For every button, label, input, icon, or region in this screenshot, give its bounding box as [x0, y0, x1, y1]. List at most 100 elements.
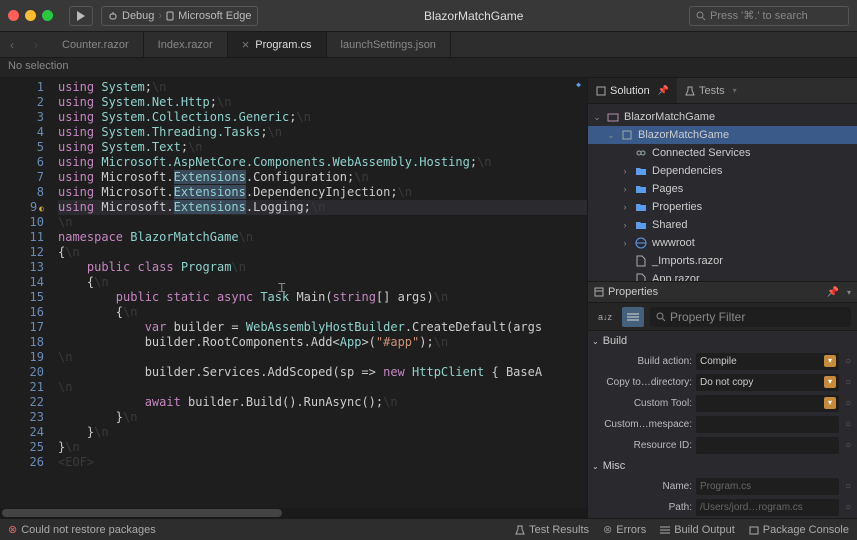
sort-az-button[interactable]: a↓z [594, 307, 616, 327]
code-line[interactable]: }\n [58, 425, 587, 440]
properties-menu-icon[interactable]: ▾ [847, 288, 851, 297]
disclosure-icon[interactable]: › [620, 238, 630, 248]
resource-id-input[interactable] [696, 437, 839, 454]
code-line[interactable]: using System.Text;\n [58, 140, 587, 155]
editor-tab[interactable]: ×Program.cs [228, 32, 327, 57]
code-line[interactable]: using Microsoft.Extensions.Configuration… [58, 170, 587, 185]
status-label: Build Output [674, 524, 735, 536]
prop-reset-icon[interactable]: ○ [843, 377, 853, 388]
status-errors[interactable]: ⊗ Errors [603, 523, 646, 536]
tab-tests[interactable]: Tests ▾ [677, 78, 745, 103]
maximize-window-button[interactable] [42, 10, 53, 21]
line-number: 16 [0, 305, 44, 320]
breadcrumb[interactable]: No selection [0, 58, 857, 78]
window-controls [8, 10, 53, 21]
editor-tab[interactable]: Counter.razor [48, 32, 144, 57]
nav-back-button[interactable]: ‹ [0, 32, 24, 57]
code-line[interactable]: builder.Services.AddScoped(sp => new Htt… [58, 365, 587, 380]
prop-reset-icon[interactable]: ○ [843, 440, 853, 451]
status-test-results[interactable]: Test Results [515, 524, 589, 536]
prop-reset-icon[interactable]: ○ [843, 502, 853, 513]
status-package-console[interactable]: Package Console [749, 524, 849, 536]
horizontal-scrollbar[interactable] [0, 508, 587, 518]
prop-reset-icon[interactable]: ○ [843, 398, 853, 409]
prop-reset-icon[interactable]: ○ [843, 356, 853, 367]
code-editor[interactable]: ◆ 123456789◐1011121314151617181920212223… [0, 78, 587, 518]
code-line[interactable]: \n [58, 350, 587, 365]
code-line[interactable]: builder.RootComponents.Add<App>("#app");… [58, 335, 587, 350]
line-number: 13 [0, 260, 44, 275]
code-line[interactable]: using System.Collections.Generic;\n [58, 110, 587, 125]
status-build-output[interactable]: Build Output [660, 524, 735, 536]
code-line[interactable]: using System;\n [58, 80, 587, 95]
tree-node[interactable]: ›Pages [588, 180, 857, 198]
prop-reset-icon[interactable]: ○ [843, 419, 853, 430]
custom-tool-input[interactable] [696, 395, 839, 412]
copy-combo[interactable]: Do not copy [696, 374, 839, 391]
code-line[interactable]: \n [58, 215, 587, 230]
code-body[interactable]: using System;\nusing System.Net.Http;\nu… [58, 78, 587, 518]
tree-node[interactable]: ›Properties [588, 198, 857, 216]
disclosure-icon[interactable]: › [620, 166, 630, 176]
main-area: ◆ 123456789◐1011121314151617181920212223… [0, 78, 857, 518]
code-line[interactable]: {\n [58, 275, 587, 290]
code-line[interactable]: {\n [58, 245, 587, 260]
tree-node[interactable]: Connected Services [588, 144, 857, 162]
tree-node[interactable]: App.razor [588, 270, 857, 281]
code-line[interactable]: }\n [58, 410, 587, 425]
global-search[interactable]: Press '⌘.' to search [689, 6, 849, 26]
build-group[interactable]: ⌄Build [588, 331, 857, 351]
misc-group[interactable]: ⌄Misc [588, 456, 857, 476]
side-panel: Solution 📌 Tests ▾ ⌄BlazorMatchGame⌄Blaz… [587, 78, 857, 518]
config-selector[interactable]: Debug › Microsoft Edge [101, 6, 258, 26]
nav-forward-button[interactable]: › [24, 32, 48, 57]
code-line[interactable]: using Microsoft.AspNetCore.Components.We… [58, 155, 587, 170]
line-number: 20 [0, 365, 44, 380]
disclosure-icon[interactable]: › [620, 184, 630, 194]
prop-custom-tool: Custom Tool: ○ [588, 393, 857, 414]
scrollbar-thumb[interactable] [2, 509, 282, 517]
tree-node[interactable]: ⌄ BlazorMatchGame [588, 108, 857, 126]
code-line[interactable]: public static async Task Main(string[] a… [58, 290, 587, 305]
disclosure-icon[interactable]: › [620, 220, 630, 230]
disclosure-icon[interactable]: ⌄ [592, 112, 602, 123]
close-window-button[interactable] [8, 10, 19, 21]
build-action-combo[interactable]: Compile [696, 353, 839, 370]
code-line[interactable]: \n [58, 380, 587, 395]
code-line[interactable]: public class Program\n [58, 260, 587, 275]
code-line[interactable]: {\n [58, 305, 587, 320]
custom-ns-input[interactable] [696, 416, 839, 433]
tree-node[interactable]: ›Dependencies [588, 162, 857, 180]
minimize-window-button[interactable] [25, 10, 36, 21]
line-number: 21 [0, 380, 44, 395]
disclosure-icon[interactable]: › [620, 202, 630, 212]
category-button[interactable] [622, 307, 644, 327]
code-line[interactable]: await builder.Build().RunAsync();\n [58, 395, 587, 410]
properties-title: Properties [608, 286, 658, 298]
property-filter-input[interactable]: Property Filter [650, 307, 851, 327]
tree-node[interactable]: ›wwwroot [588, 234, 857, 252]
tree-node[interactable]: _Imports.razor [588, 252, 857, 270]
editor-tab[interactable]: launchSettings.json [327, 32, 451, 57]
tree-label: BlazorMatchGame [624, 111, 715, 123]
code-line[interactable]: using System.Net.Http;\n [58, 95, 587, 110]
pin-icon[interactable]: 📌 [658, 85, 669, 96]
code-line[interactable]: <EOF> [58, 455, 587, 470]
tree-node[interactable]: ⌄BlazorMatchGame [588, 126, 857, 144]
solution-tree[interactable]: ⌄BlazorMatchGame⌄BlazorMatchGameConnecte… [588, 104, 857, 281]
code-line[interactable]: namespace BlazorMatchGame\n [58, 230, 587, 245]
tab-solution[interactable]: Solution 📌 [588, 78, 677, 103]
code-line[interactable]: }\n [58, 440, 587, 455]
code-line[interactable]: var builder = WebAssemblyHostBuilder.Cre… [58, 320, 587, 335]
prop-reset-icon[interactable]: ○ [843, 481, 853, 492]
code-line[interactable]: using Microsoft.Extensions.Logging;\n [58, 200, 587, 215]
disclosure-icon[interactable]: ⌄ [606, 130, 616, 141]
code-line[interactable]: using System.Threading.Tasks;\n [58, 125, 587, 140]
properties-pin-icon[interactable]: 📌 [827, 287, 839, 298]
run-button[interactable] [69, 6, 93, 26]
code-line[interactable]: using Microsoft.Extensions.DependencyInj… [58, 185, 587, 200]
tree-node[interactable]: ›Shared [588, 216, 857, 234]
status-error[interactable]: ⊗ Could not restore packages [8, 523, 156, 536]
editor-tab[interactable]: Index.razor [144, 32, 228, 57]
close-tab-icon[interactable]: × [242, 37, 250, 52]
